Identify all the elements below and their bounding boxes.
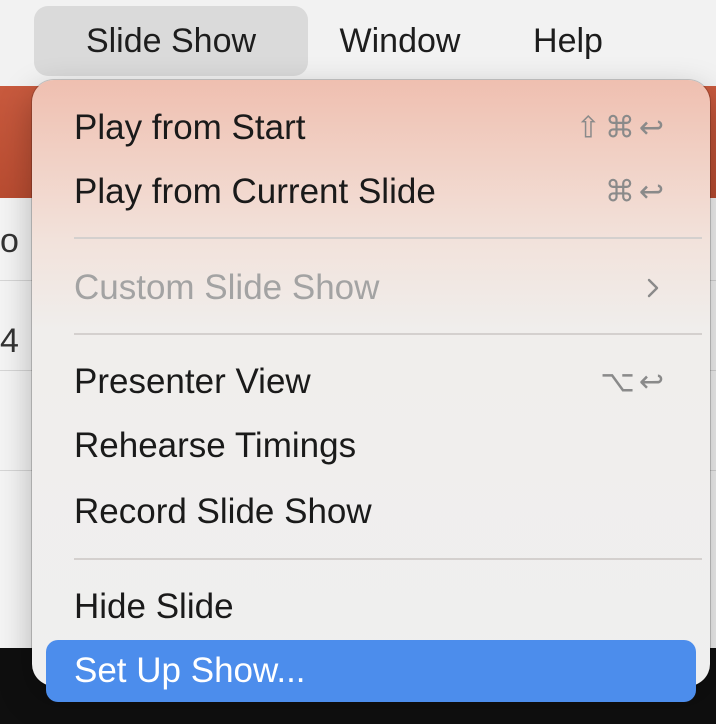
menubar-item-window[interactable]: Window	[310, 6, 490, 76]
menu-item-label: Presenter View	[74, 362, 311, 401]
menu-separator	[74, 237, 702, 239]
menubar-item-label: Window	[339, 21, 461, 60]
menu-item-label: Hide Slide	[74, 587, 234, 626]
menu-item-play-from-start[interactable]: Play from Start ⇧⌘↩	[46, 96, 696, 160]
menu-item-record-slide-show[interactable]: Record Slide Show	[46, 480, 696, 544]
keyboard-shortcut: ⌥↩	[600, 364, 668, 400]
menu-separator	[74, 558, 702, 560]
menu-item-presenter-view[interactable]: Presenter View ⌥↩	[46, 350, 696, 414]
menu-item-set-up-show[interactable]: Set Up Show...	[46, 640, 696, 702]
menu-item-label: Play from Current Slide	[74, 172, 436, 211]
chevron-right-icon	[647, 278, 659, 298]
menu-item-label: Play from Start	[74, 108, 306, 147]
menu-separator	[74, 333, 702, 335]
menu-item-rehearse-timings[interactable]: Rehearse Timings	[46, 414, 696, 478]
background-text-fragment: o	[0, 222, 19, 260]
menu-item-play-from-current-slide[interactable]: Play from Current Slide ⌘↩	[46, 160, 696, 224]
menubar-item-help[interactable]: Help	[508, 6, 628, 76]
menubar-item-slide-show[interactable]: Slide Show	[34, 6, 308, 76]
menu-item-label: Record Slide Show	[74, 492, 372, 531]
keyboard-shortcut: ⌘↩	[604, 174, 668, 210]
keyboard-shortcut: ⇧⌘↩	[575, 110, 668, 146]
slide-show-menu: Play from Start ⇧⌘↩ Play from Current Sl…	[32, 80, 710, 702]
menu-item-label: Custom Slide Show	[74, 268, 380, 307]
background-text-fragment: 4	[0, 322, 19, 360]
menu-item-custom-slide-show[interactable]: Custom Slide Show	[46, 256, 696, 320]
menu-item-label: Set Up Show...	[74, 651, 306, 690]
menubar-item-label: Help	[533, 21, 603, 60]
menubar-item-label: Slide Show	[85, 21, 257, 60]
menu-item-hide-slide[interactable]: Hide Slide	[46, 575, 696, 639]
menu-item-label: Rehearse Timings	[74, 426, 357, 465]
menu-bar: Slide Show Window Help	[0, 0, 716, 86]
